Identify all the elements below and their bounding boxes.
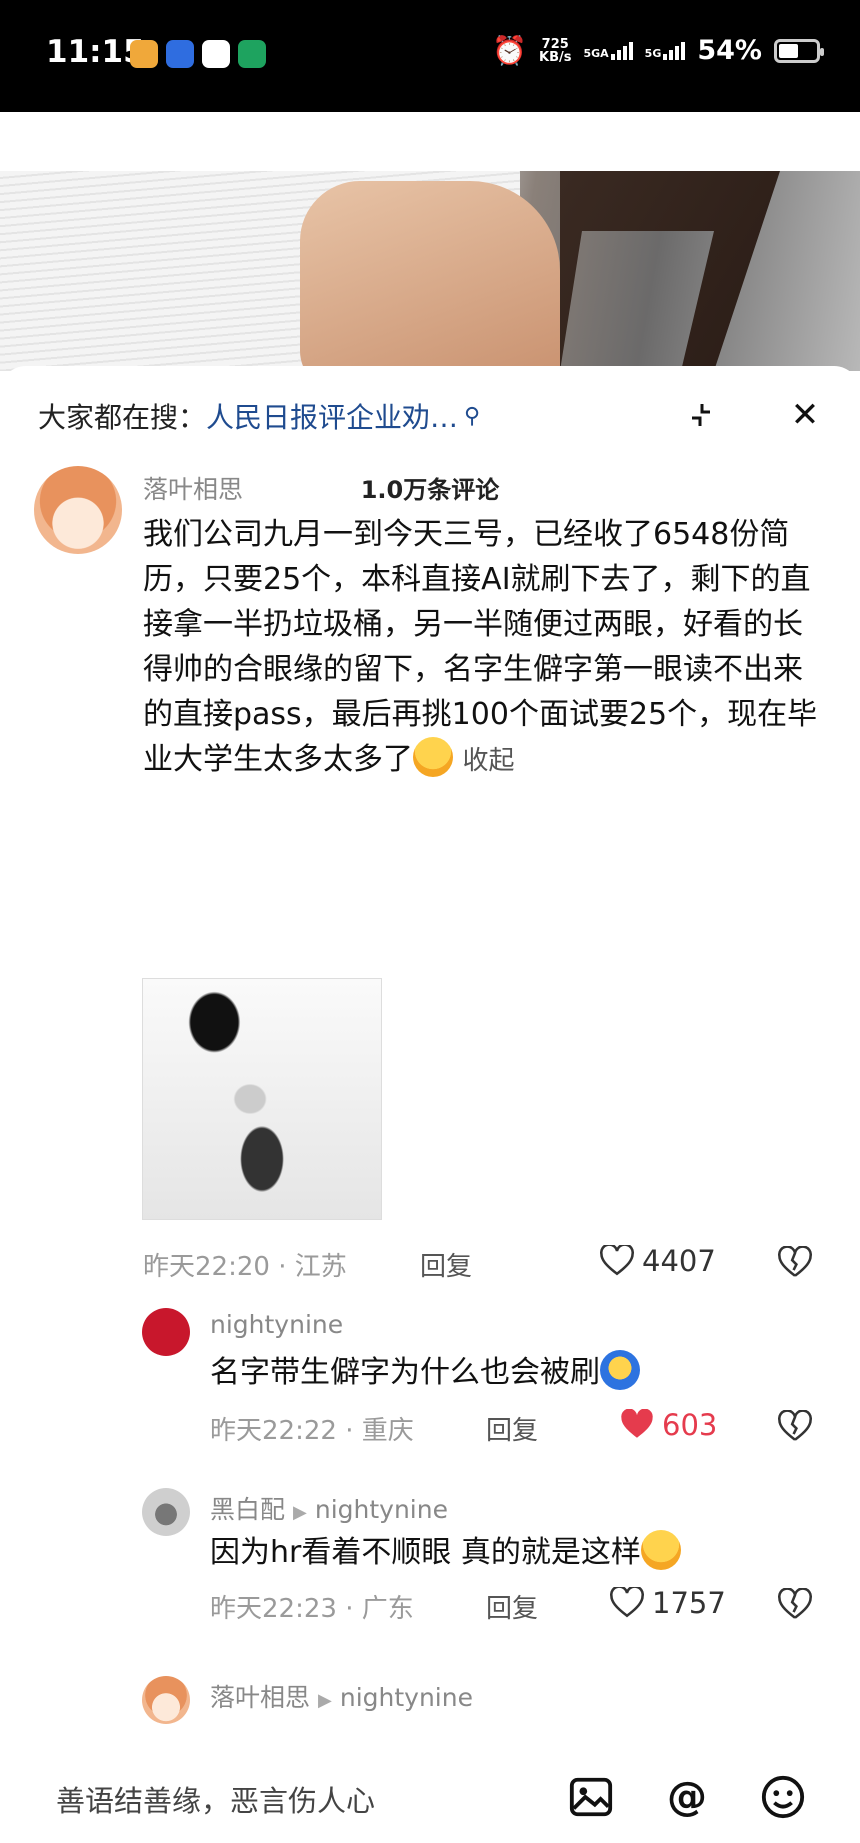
video-hand [300, 181, 560, 371]
comment-meta: 昨天22:20 · 江苏 [143, 1252, 347, 1282]
image-icon[interactable] [568, 1774, 614, 1820]
comment-author[interactable]: 落叶相思 [210, 1683, 310, 1712]
crying-laugh-emoji-icon [413, 737, 453, 777]
video-chair [560, 171, 780, 371]
comment-sticker-image[interactable] [142, 978, 382, 1220]
trending-search-prefix: 大家都在搜： [38, 401, 207, 434]
close-icon[interactable]: ✕ [786, 396, 824, 434]
signal-icon: 5GA [583, 41, 633, 60]
crying-laugh-emoji-icon [640, 1530, 681, 1570]
comment-author[interactable]: nightynine [210, 1310, 343, 1339]
comment-text: 因为hr看着不顺眼 真的就是这样 [210, 1530, 681, 1575]
comment-text: 我们公司九月一到今天三号，已经收了6548份简历，只要25个，本科直接AI就刷下… [143, 517, 818, 777]
battery-percent: 54% [697, 35, 762, 66]
comment-panel: 大家都在搜： 人民日报评企业劝… ⚲ ✕ 1.0万条评论 落叶相思 我们公司九月… [0, 366, 860, 1843]
trending-search[interactable]: 大家都在搜： 人民日报评企业劝… ⚲ [38, 396, 480, 436]
comment-text: 名字带生僻字为什么也会被刷 [210, 1350, 640, 1395]
app-notification-icon [238, 40, 266, 68]
avatar[interactable] [142, 1676, 190, 1724]
like-count: 4407 [642, 1244, 716, 1278]
search-icon: ⚲ [464, 403, 481, 429]
comment-input[interactable]: 善语结善缘，恶言伤人心 [56, 1778, 375, 1820]
video-preview[interactable] [0, 171, 860, 371]
reply-to-user[interactable]: nightynine [315, 1495, 448, 1524]
comment-author-line: 黑白配 ▶ nightynine [210, 1490, 448, 1526]
app-notification-icon [202, 40, 230, 68]
at-icon[interactable]: @ [664, 1774, 710, 1820]
app-notification-icon [166, 40, 194, 68]
like-button[interactable]: 4407 [600, 1244, 716, 1278]
heart-filled-icon [621, 1409, 653, 1438]
compress-icon[interactable] [682, 396, 720, 434]
comment-author-line: 落叶相思 ▶ nightynine [210, 1678, 473, 1714]
broken-heart-icon[interactable] [778, 1410, 812, 1444]
reply-arrow-icon: ▶ [293, 1502, 307, 1523]
reply-to-user[interactable]: nightynine [340, 1683, 473, 1712]
comment-input-bar: 善语结善缘，恶言伤人心 @ [0, 1760, 860, 1843]
avatar[interactable] [142, 1488, 190, 1536]
emoji-icon [600, 1350, 640, 1390]
reply-button[interactable]: 回复 [420, 1246, 472, 1283]
signal-icon: 5G [645, 41, 686, 60]
like-button[interactable]: 603 [620, 1408, 717, 1442]
emoji-icon[interactable] [760, 1774, 806, 1820]
comment-author[interactable]: 落叶相思 [143, 470, 243, 506]
broken-heart-icon[interactable] [778, 1246, 812, 1280]
avatar[interactable] [34, 466, 122, 554]
battery-icon [774, 38, 824, 63]
like-count: 603 [662, 1408, 718, 1442]
trending-search-term[interactable]: 人民日报评企业劝… [206, 396, 458, 436]
comment-author[interactable]: 黑白配 [210, 1495, 285, 1524]
status-right: ⏰ 725 KB/s 5GA 5G 54% [492, 34, 824, 67]
comment-meta: 昨天22:23 · 广东 [210, 1594, 414, 1624]
reply-button[interactable]: 回复 [486, 1588, 538, 1625]
comment-count: 1.0万条评论 [360, 476, 500, 504]
status-bar: 11:15 ⏰ 725 KB/s 5GA 5G 54% [0, 0, 860, 112]
app-notification-icon [130, 40, 158, 68]
notification-icons [130, 40, 266, 68]
like-count: 1757 [652, 1586, 726, 1620]
net-speed: 725 KB/s [539, 36, 572, 65]
collapse-link[interactable]: 收起 [463, 746, 515, 776]
battery-fill [779, 43, 798, 58]
heart-icon [600, 1245, 634, 1276]
alarm-icon: ⏰ [492, 34, 527, 67]
reply-button[interactable]: 回复 [486, 1410, 538, 1447]
heart-icon [610, 1587, 644, 1618]
broken-heart-icon[interactable] [778, 1588, 812, 1622]
comment-meta: 昨天22:22 · 重庆 [210, 1416, 414, 1446]
like-button[interactable]: 1757 [610, 1586, 726, 1620]
avatar[interactable] [142, 1308, 190, 1356]
reply-arrow-icon: ▶ [318, 1690, 332, 1711]
